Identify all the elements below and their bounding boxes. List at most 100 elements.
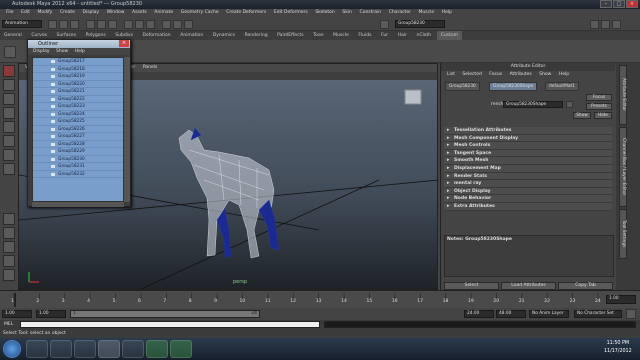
presets-button[interactable]: Presets [586,103,612,110]
outliner-item[interactable]: Group58225 [33,118,123,126]
taskbar-explorer-icon[interactable] [50,340,72,358]
shelf-tab[interactable]: Muscle [329,31,353,40]
side-tab-channel-box[interactable]: Channel Box / Layer Editor [619,127,627,207]
outliner-item[interactable]: Group58232 [33,171,123,178]
mesh-name-field[interactable]: Group58230Shape [503,101,563,108]
ipr-render-icon[interactable] [173,20,182,29]
range-inner-start-field[interactable]: 1.00 [36,310,66,318]
side-tab-tool-settings[interactable]: Tool Settings [619,209,627,259]
tab-group-node[interactable]: Group58230 [445,82,480,91]
minimize-button[interactable]: – [600,0,612,8]
select-tool-icon[interactable] [3,65,15,77]
outliner-item[interactable]: Group58231 [33,163,123,171]
section-tessellation[interactable]: Tessellation Attributes [444,127,612,135]
section-render-stats[interactable]: Render Stats [444,172,612,181]
system-clock[interactable]: 11:50 PM 11/17/2012 [604,340,632,356]
manipulator-tool-icon[interactable] [3,149,15,161]
select-hierarchy-icon[interactable] [86,20,95,29]
menu-skeleton[interactable]: Skeleton [315,9,334,17]
section-displacement-map[interactable]: Displacement Map [444,164,612,173]
show-button[interactable]: Show [573,112,591,119]
load-attributes-button[interactable]: Load Attributes [501,282,556,290]
tab-group-shape[interactable]: Group58230Shape [489,82,538,91]
channel-box-toggle-icon[interactable] [612,20,621,29]
select-component-icon[interactable] [108,20,117,29]
outliner-item[interactable]: Group58222 [33,96,123,103]
menu-muscle[interactable]: Muscle [419,9,435,17]
shelf-tab[interactable]: Fur [377,31,392,40]
anim-layer-dropdown[interactable]: No Anim Layer [529,310,569,318]
taskbar-mudbox-icon[interactable] [122,340,144,358]
go-to-output-icon[interactable] [566,101,573,108]
render-icon[interactable] [162,20,171,29]
snap-curve-icon[interactable] [135,20,144,29]
range-end-field[interactable]: 24.00 [464,310,494,318]
shelf-tab[interactable]: PaintEffects [273,31,307,40]
shelf-tab[interactable]: Dynamics [209,31,239,40]
outliner-menu-display[interactable]: Display [33,49,50,54]
menu-create[interactable]: Create [60,9,75,17]
shelf-tab[interactable]: Fluids [354,31,375,40]
shelf-tab[interactable]: nCloth [413,31,436,40]
section-object-display[interactable]: Object Display [444,187,612,196]
maximize-button[interactable]: □ [613,0,625,8]
select-object-icon[interactable] [97,20,106,29]
outliner-item[interactable]: Group58229 [33,148,123,156]
menu-edit[interactable]: Edit [21,9,30,17]
menu-animate[interactable]: Animate [154,9,173,17]
menu-create-deformers[interactable]: Create Deformers [226,9,266,17]
menu-constrain[interactable]: Constrain [360,9,382,17]
attribute-editor-toggle-icon[interactable] [590,20,599,29]
shelf-tab[interactable]: Deformation [139,31,175,40]
scale-tool-icon[interactable] [3,135,15,147]
paint-select-tool-icon[interactable] [3,93,15,105]
outliner-menu-show[interactable]: Show [56,49,68,54]
section-mental-ray[interactable]: mental ray [444,180,612,188]
notes-panel[interactable]: Notes: Group58230Shape [444,235,614,277]
section-tangent-space[interactable]: Tangent Space [444,149,612,158]
menu-geometry-cache[interactable]: Geometry Cache [181,9,219,17]
taskbar-maya-icon[interactable] [98,340,120,358]
lasso-tool-icon[interactable] [3,79,15,91]
snap-grid-icon[interactable] [124,20,133,29]
taskbar-camtasia-icon[interactable] [146,340,168,358]
tool-settings-toggle-icon[interactable] [601,20,610,29]
copy-tab-button[interactable]: Copy Tab [558,282,613,290]
shelf-tab[interactable]: Hair [394,31,411,40]
key-icon[interactable] [626,309,636,319]
taskbar-ie-icon[interactable] [26,340,48,358]
outliner-item[interactable]: Group58219 [33,73,123,81]
shelf-tab[interactable]: General [0,31,26,40]
outliner-titlebar[interactable]: Outliner × [28,40,130,48]
shelf-tab[interactable]: Animation [176,31,207,40]
outliner-item[interactable]: Group58230 [33,156,123,163]
quick-select-field[interactable]: Group58230 [395,20,445,28]
menu-assets[interactable]: Assets [132,9,147,17]
section-smooth-mesh[interactable]: Smooth Mesh [444,157,612,165]
outliner-item[interactable]: Group58228 [33,141,123,148]
menu-file[interactable]: File [6,9,14,17]
ae-menu-help[interactable]: Help [559,72,569,77]
menu-window[interactable]: Window [107,9,125,17]
ae-menu-selected[interactable]: Selected [462,72,482,77]
outliner-horizontal-scrollbar[interactable] [32,202,124,207]
range-bar[interactable]: 1 24 [70,310,260,318]
outliner-item[interactable]: Group58217 [33,58,123,66]
focus-button[interactable]: Focus [586,94,612,101]
layout-single-icon[interactable] [3,213,15,225]
viewport-menu-panels[interactable]: Panels [143,64,157,72]
snap-point-icon[interactable] [146,20,155,29]
outliner-item[interactable]: Group58220 [33,81,123,88]
section-mesh-component-display[interactable]: Mesh Component Display [444,134,612,143]
section-mesh-controls[interactable]: Mesh Controls [444,142,612,150]
open-scene-icon[interactable] [59,20,68,29]
time-slider[interactable]: 1 2 3 4 5 6 7 8 9 10 11 12 13 14 15 16 17 18 19 20 21 22 23 24 … [0,290,640,308]
section-node-behavior[interactable]: Node Behavior [444,195,612,203]
select-button[interactable]: Select [444,282,499,290]
rotate-tool-icon[interactable] [3,121,15,133]
shelf-tab[interactable]: Rendering [241,31,272,40]
menu-display[interactable]: Display [83,9,100,17]
start-orb-icon[interactable] [3,340,21,358]
taskbar-media-icon[interactable] [74,340,96,358]
menu-skin[interactable]: Skin [342,9,352,17]
